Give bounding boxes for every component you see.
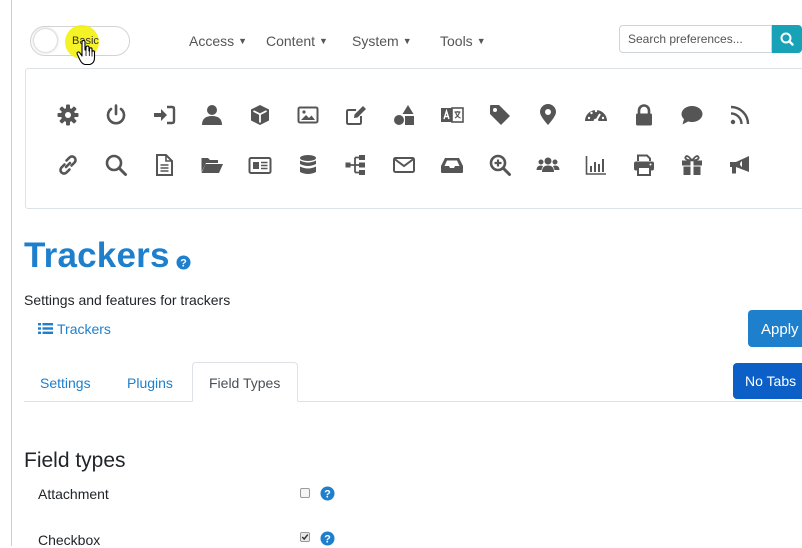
caret-down-icon: ▼ xyxy=(319,36,328,46)
caret-down-icon: ▼ xyxy=(402,36,412,46)
tab-settings[interactable]: Settings xyxy=(40,375,91,391)
tag-icon[interactable] xyxy=(488,103,512,127)
tab-plugins[interactable]: Plugins xyxy=(127,375,173,391)
link-icon[interactable] xyxy=(56,153,80,177)
help-icon[interactable]: ? xyxy=(176,255,191,270)
nav-system-label: System xyxy=(352,33,399,49)
nav-access[interactable]: Access ▼ xyxy=(189,33,247,49)
folder-open-icon[interactable] xyxy=(200,153,224,177)
gift-icon[interactable] xyxy=(680,153,704,177)
trackers-list-link[interactable]: Trackers xyxy=(57,321,111,337)
search-button[interactable] xyxy=(772,25,802,53)
nav-tools-label: Tools xyxy=(440,33,473,49)
checkmark-icon xyxy=(301,534,309,541)
file-icon[interactable] xyxy=(152,153,176,177)
sitemap-icon[interactable] xyxy=(344,153,368,177)
help-icon[interactable]: ? xyxy=(320,531,335,546)
inbox-icon[interactable] xyxy=(440,153,464,177)
sign-in-icon[interactable] xyxy=(152,103,176,127)
page-subtitle: Settings and features for trackers xyxy=(24,292,231,308)
caret-down-icon: ▼ xyxy=(238,36,248,46)
newspaper-icon[interactable] xyxy=(248,153,272,177)
tabs-divider xyxy=(24,401,802,402)
caret-down-icon: ▼ xyxy=(476,36,486,46)
dashboard-icon[interactable] xyxy=(584,103,608,127)
power-icon[interactable] xyxy=(104,103,128,127)
help-icon[interactable]: ? xyxy=(320,486,335,501)
search-preferences-input[interactable] xyxy=(619,25,772,53)
nav-tools[interactable]: Tools ▼ xyxy=(440,33,486,49)
search-icon xyxy=(780,32,794,46)
checkbox-field-checkbox[interactable] xyxy=(300,532,310,542)
zoom-in-icon[interactable] xyxy=(488,153,512,177)
nav-system[interactable]: System ▼ xyxy=(352,33,412,49)
section-title: Field types xyxy=(24,449,126,472)
cube-icon[interactable] xyxy=(248,103,272,127)
envelope-icon[interactable] xyxy=(392,153,416,177)
lock-icon[interactable] xyxy=(632,103,656,127)
window-edge xyxy=(11,0,12,546)
print-icon[interactable] xyxy=(632,153,656,177)
list-icon xyxy=(38,323,53,334)
nav-content-label: Content xyxy=(266,33,316,49)
edit-icon[interactable] xyxy=(344,103,368,127)
bullhorn-icon[interactable] xyxy=(728,153,752,177)
chart-bar-icon[interactable] xyxy=(584,153,608,177)
users-icon[interactable] xyxy=(536,153,560,177)
language-icon[interactable] xyxy=(440,103,464,127)
gear-icon[interactable] xyxy=(56,103,80,127)
hand-cursor-icon xyxy=(76,40,96,66)
svg-text:?: ? xyxy=(324,488,331,500)
rss-icon[interactable] xyxy=(728,103,752,127)
shapes-icon[interactable] xyxy=(392,103,416,127)
nav-access-label: Access xyxy=(189,33,235,49)
nav-content[interactable]: Content ▼ xyxy=(266,33,328,49)
search-icon[interactable] xyxy=(104,153,128,177)
no-tabs-button[interactable]: No Tabs xyxy=(733,363,802,399)
tab-field-types-label: Field Types xyxy=(209,375,281,391)
apply-button[interactable]: Apply xyxy=(748,310,802,347)
page-title: Trackers xyxy=(24,236,170,275)
attachment-checkbox[interactable] xyxy=(300,488,310,498)
comment-icon[interactable] xyxy=(680,103,704,127)
user-icon[interactable] xyxy=(200,103,224,127)
database-icon[interactable] xyxy=(296,153,320,177)
preferences-icon-panel xyxy=(25,68,802,209)
svg-text:?: ? xyxy=(180,257,187,269)
map-marker-icon[interactable] xyxy=(536,103,560,127)
field-label-attachment: Attachment xyxy=(38,486,109,502)
svg-text:?: ? xyxy=(324,533,331,545)
image-icon[interactable] xyxy=(296,103,320,127)
toggle-knob[interactable] xyxy=(34,29,57,52)
tab-field-types[interactable]: Field Types xyxy=(192,362,298,402)
